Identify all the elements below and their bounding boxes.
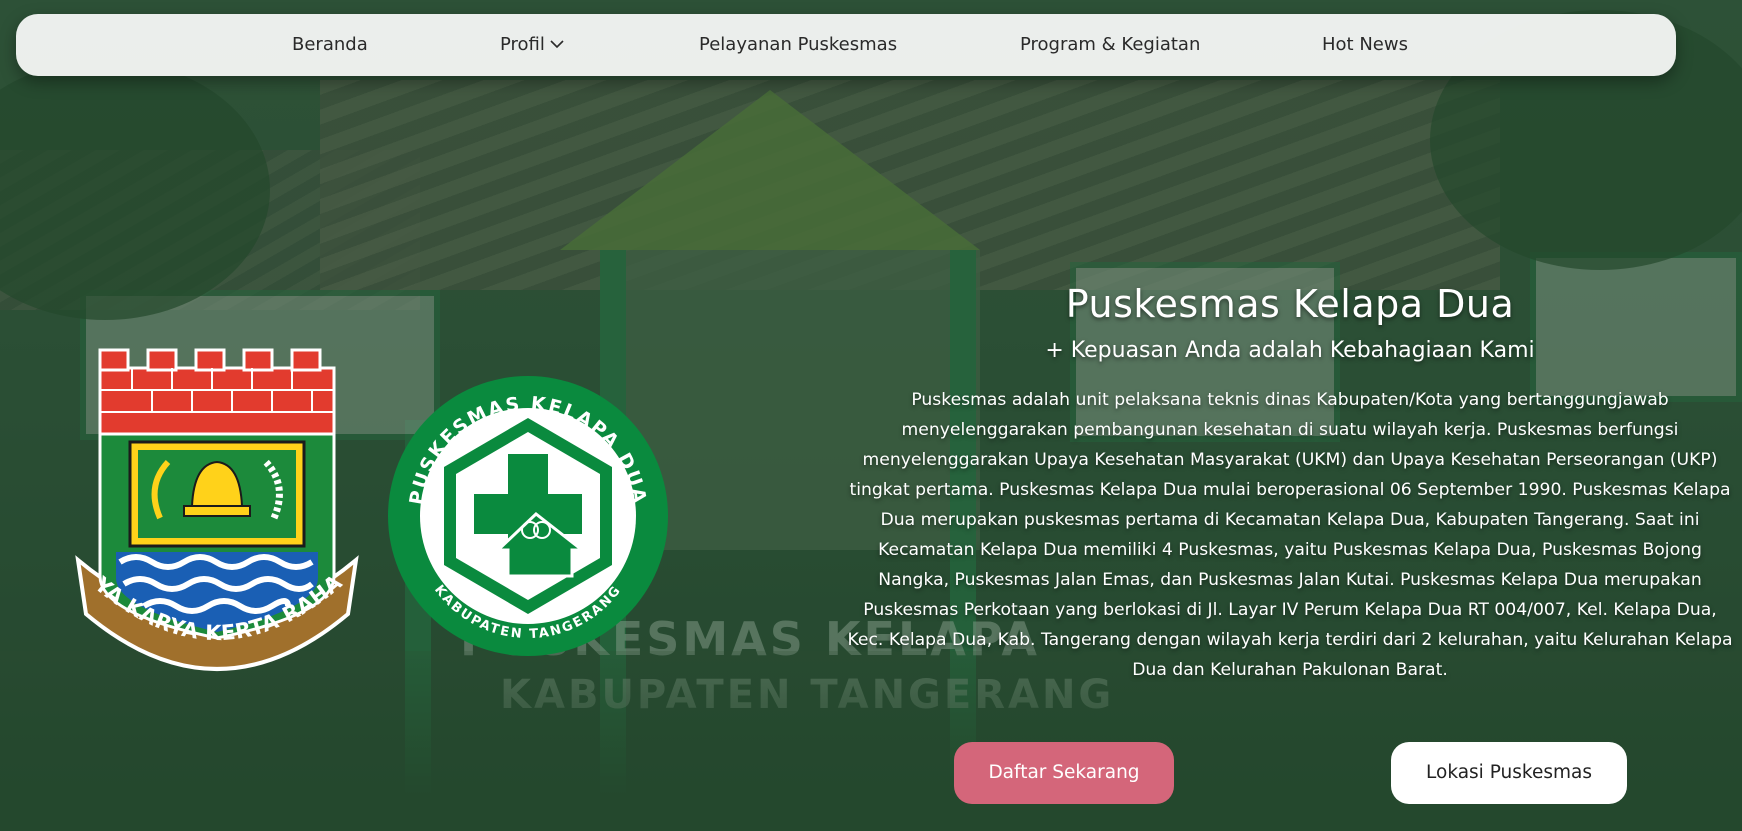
chevron-down-icon — [550, 40, 564, 49]
nav-label: Hot News — [1322, 34, 1408, 55]
nav-label: Pelayanan Puskesmas — [699, 34, 898, 55]
puskesmas-logo: PUSKESMAS KELAPA DUA KABUPATEN TANGERANG — [388, 376, 668, 656]
nav-label: Program & Kegiatan — [1020, 34, 1201, 55]
kabupaten-tangerang-crest-logo: SATYA KARYA KERTA RAHARJA — [72, 346, 359, 671]
hero-description: Puskesmas adalah unit pelaksana teknis d… — [847, 390, 1733, 680]
nav-pelayanan-puskesmas[interactable]: Pelayanan Puskesmas — [699, 14, 897, 76]
hero-content: Puskesmas Kelapa Dua + Kepuasan Anda ada… — [840, 282, 1740, 685]
hero-subtitle: + Kepuasan Anda adalah Kebahagiaan Kami — [1045, 338, 1535, 363]
hero-title: Puskesmas Kelapa Dua — [1065, 282, 1515, 326]
nav-beranda[interactable]: Beranda — [292, 14, 368, 76]
top-navbar: Beranda Profil Pelayanan Puskesmas Progr… — [16, 14, 1676, 76]
nav-hot-news[interactable]: Hot News — [1322, 14, 1408, 76]
nav-label: Profil — [500, 34, 545, 55]
nav-program-kegiatan[interactable]: Program & Kegiatan — [1020, 14, 1200, 76]
register-now-button[interactable]: Daftar Sekarang — [954, 742, 1174, 804]
nav-profil-dropdown[interactable]: Profil — [500, 14, 565, 76]
nav-label: Beranda — [292, 34, 368, 55]
location-button[interactable]: Lokasi Puskesmas — [1391, 742, 1627, 804]
